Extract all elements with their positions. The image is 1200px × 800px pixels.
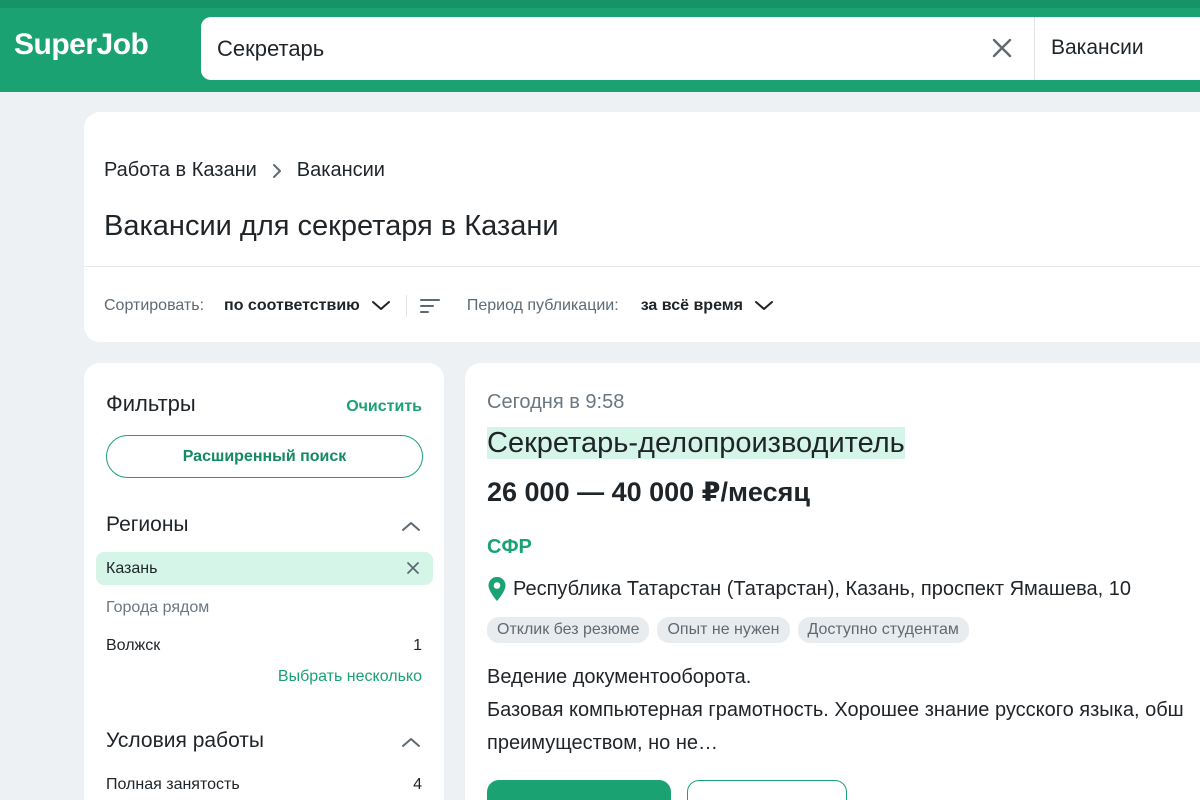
choose-multiple-link[interactable]: Выбрать несколько: [278, 668, 422, 686]
breadcrumb-item-vacancies[interactable]: Вакансии: [297, 159, 385, 182]
sort-separator: [405, 295, 407, 317]
vacancy-date: Сегодня в 9:58: [487, 391, 625, 413]
description-line: Базовая компьютерная грамотность. Хороше…: [487, 699, 1184, 721]
period-select[interactable]: за всё время: [641, 297, 743, 315]
search-divider: [1034, 17, 1035, 80]
breadcrumb: Работа в Казани Вакансии: [104, 159, 385, 182]
sort-select[interactable]: по соответствию: [224, 297, 360, 315]
tag-no-resume: Отклик без резюме: [487, 617, 650, 643]
address-text: Республика Татарстан (Татарстан), Казань…: [513, 577, 1131, 600]
vacancy-card: Сегодня в 9:58 Секретарь-делопроизводите…: [465, 363, 1200, 800]
city-option[interactable]: Волжск 1: [106, 637, 422, 655]
selected-region-chip[interactable]: Казань: [96, 552, 433, 585]
tag-no-experience: Опыт не нужен: [657, 617, 790, 643]
condition-count: 4: [413, 776, 422, 793]
city-name: Волжск: [106, 637, 161, 654]
sort-order-icon[interactable]: [419, 297, 441, 315]
conditions-title: Условия работы: [106, 729, 265, 752]
chevron-down-icon[interactable]: [370, 299, 392, 313]
vacancy-title-highlight: Секретарь: [487, 427, 629, 459]
vacancy-tags: Отклик без резюме Опыт не нужен Доступно…: [487, 617, 969, 643]
description-line: Ведение документооборота.: [487, 666, 752, 688]
secondary-action-button[interactable]: [687, 780, 847, 800]
vacancy-salary: 26 000 — 40 000 ₽/месяц: [487, 477, 810, 507]
logo-text: SuperJob: [14, 28, 149, 61]
search-input[interactable]: [217, 17, 977, 80]
vacancy-description: Ведение документооборота. Базовая компью…: [487, 661, 1184, 760]
condition-option[interactable]: Полная занятость 4: [106, 776, 422, 794]
tag-students: Доступно студентам: [797, 617, 969, 643]
superjob-logo[interactable]: SuperJob: [14, 28, 149, 62]
company-link[interactable]: СФР: [487, 536, 532, 559]
regions-title: Регионы: [106, 513, 189, 536]
description-line: преимуществом, но не…: [487, 732, 719, 754]
vacancy-address: Республика Татарстан (Татарстан), Казань…: [487, 576, 1131, 602]
vacancy-title-rest: -делопроизводитель: [628, 427, 905, 459]
site-header: SuperJob Вакансии: [0, 0, 1200, 92]
chevron-right-icon: [272, 163, 281, 178]
header-top-trim: [0, 0, 1200, 8]
respond-button[interactable]: [487, 780, 671, 800]
filters-title: Фильтры: [106, 391, 196, 416]
location-pin-icon: [488, 577, 506, 601]
sort-bar: Сортировать: по соответствию Период публ…: [104, 295, 775, 317]
search-type-select[interactable]: Вакансии: [1051, 36, 1144, 60]
search-bar: Вакансии: [201, 17, 1200, 80]
condition-name: Полная занятость: [106, 776, 240, 793]
advanced-search-button[interactable]: Расширенный поиск: [106, 435, 423, 478]
divider: [84, 266, 1200, 267]
clear-search-icon[interactable]: [989, 35, 1015, 61]
page-title: Вакансии для секретаря в Казани: [104, 210, 559, 242]
period-label: Период публикации:: [466, 297, 619, 314]
breadcrumb-item-work-kazan[interactable]: Работа в Казани: [104, 159, 257, 182]
selected-region-label: Казань: [106, 560, 158, 577]
results-header-card: Работа в Казани Вакансии Вакансии для се…: [84, 112, 1200, 342]
filters-panel: Фильтры Очистить Расширенный поиск Регио…: [84, 363, 444, 800]
vacancy-title[interactable]: Секретарь-делопроизводитель: [487, 427, 905, 460]
chevron-up-icon[interactable]: [400, 519, 422, 533]
city-count: 1: [413, 637, 422, 654]
chevron-down-icon[interactable]: [753, 299, 775, 313]
chevron-up-icon[interactable]: [400, 735, 422, 749]
nearby-cities-label: Города рядом: [106, 599, 210, 616]
remove-region-icon[interactable]: [405, 560, 421, 576]
clear-filters-link[interactable]: Очистить: [346, 398, 422, 416]
sort-label: Сортировать:: [104, 297, 205, 314]
